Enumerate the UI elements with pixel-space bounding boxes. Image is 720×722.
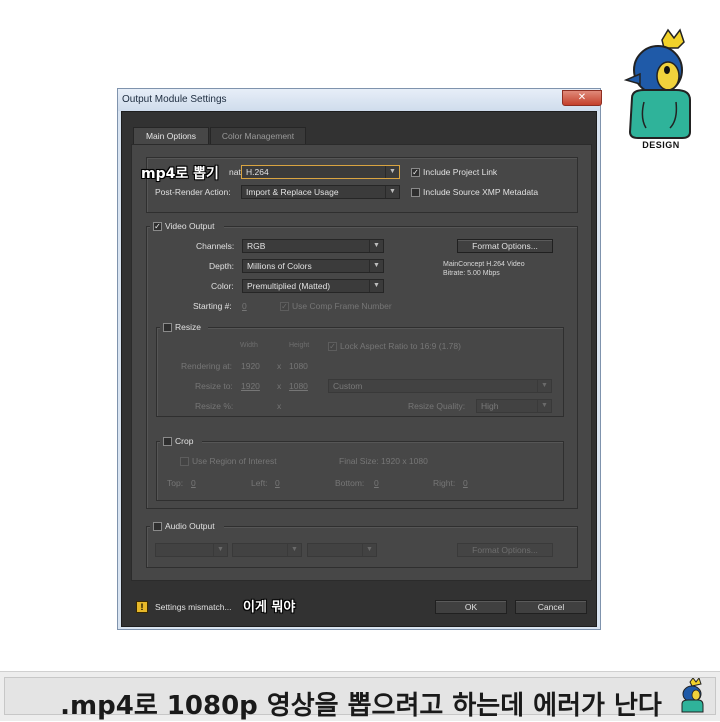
crop-top-value[interactable]: 0 <box>191 478 196 488</box>
crop-bottom-label: Bottom: <box>335 478 365 488</box>
color-value: Premultiplied (Matted) <box>247 281 331 291</box>
audio-output-label: Audio Output <box>165 521 215 531</box>
video-format-options-button[interactable]: Format Options... <box>457 239 553 253</box>
channels-label: Channels: <box>196 241 235 251</box>
post-render-dropdown[interactable]: Import & Replace Usage ▼ <box>241 185 400 199</box>
resize-to-times: x <box>277 381 282 391</box>
chevron-down-icon: ▼ <box>362 544 376 556</box>
main-options-pane: nat: H.264 ▼ ✓ Include Project Link Post… <box>131 144 592 581</box>
audio-channels-dropdown[interactable]: ▼ <box>307 543 377 557</box>
crop-bottom-value[interactable]: 0 <box>374 478 379 488</box>
rendering-width: 1920 <box>241 361 260 371</box>
lock-aspect-checkbox[interactable]: ✓ <box>328 342 337 351</box>
starting-number-label: Starting #: <box>193 301 232 311</box>
video-output-checkbox[interactable]: ✓ <box>153 222 162 231</box>
chevron-down-icon: ▼ <box>385 166 399 178</box>
lock-aspect-label: Lock Aspect Ratio to 16:9 (1.78) <box>340 341 461 351</box>
include-xmp-checkbox[interactable] <box>411 188 420 197</box>
audio-rate-dropdown[interactable]: ▼ <box>232 543 302 557</box>
caption-bar: .mp4로 1080p 영상을 뽑으려고 하는데 에러가 난다 <box>0 671 720 721</box>
channels-dropdown[interactable]: RGB ▼ <box>242 239 384 253</box>
cancel-button[interactable]: Cancel <box>515 600 587 614</box>
use-comp-frame-label: Use Comp Frame Number <box>292 301 392 311</box>
final-size: Final Size: 1920 x 1080 <box>339 456 428 466</box>
mascot-small-icon <box>681 678 704 713</box>
tab-main-options[interactable]: Main Options <box>133 127 209 144</box>
format-value: H.264 <box>246 167 269 177</box>
rendering-height: 1080 <box>289 361 308 371</box>
caption-text: .mp4로 1080p 영상을 뽑으려고 하는데 에러가 난다 <box>60 691 662 721</box>
tab-color-management[interactable]: Color Management <box>210 127 306 144</box>
post-render-value: Import & Replace Usage <box>246 187 339 197</box>
include-project-link-label: Include Project Link <box>423 167 498 177</box>
color-label: Color: <box>211 281 234 291</box>
crop-label: Crop <box>175 436 194 446</box>
include-project-link-checkbox[interactable]: ✓ <box>411 168 420 177</box>
dialog-client-area: Main Options Color Management nat: H.264… <box>121 111 597 627</box>
bitrate-info: Bitrate: 5.00 Mbps <box>443 270 500 277</box>
chevron-down-icon: ▼ <box>287 544 301 556</box>
crop-checkbox[interactable] <box>163 437 172 446</box>
window-title: Output Module Settings <box>122 94 227 105</box>
chevron-down-icon: ▼ <box>213 544 227 556</box>
crop-group <box>156 441 564 501</box>
resize-preset-value: Custom <box>333 381 363 391</box>
crop-right-label: Right: <box>433 478 456 488</box>
title-bar: Output Module Settings ✕ <box>118 89 602 111</box>
crop-top-label: Top: <box>167 478 184 488</box>
audio-format-options-button[interactable]: Format Options... <box>457 543 553 557</box>
resize-pct-times: x <box>277 401 282 411</box>
crop-left-label: Left: <box>251 478 268 488</box>
rendering-at-label: Rendering at: <box>181 361 233 371</box>
resize-to-width[interactable]: 1920 <box>241 381 260 391</box>
starting-number-value[interactable]: 0 <box>242 301 247 311</box>
settings-mismatch-text[interactable]: Settings mismatch... <box>155 602 232 612</box>
width-header: Width <box>240 342 258 349</box>
close-button[interactable]: ✕ <box>562 90 602 106</box>
format-dropdown[interactable]: H.264 ▼ <box>241 165 400 179</box>
close-icon: ✕ <box>577 92 587 103</box>
audio-format-dropdown[interactable]: ▼ <box>155 543 228 557</box>
chevron-down-icon: ▼ <box>537 380 551 392</box>
channels-value: RGB <box>247 241 266 251</box>
resize-quality-dropdown[interactable]: High ▼ <box>476 399 552 413</box>
caption-panel: .mp4로 1080p 영상을 뽑으려고 하는데 에러가 난다 <box>4 677 716 721</box>
crop-right-value[interactable]: 0 <box>463 478 468 488</box>
warning-icon: ! <box>136 601 148 613</box>
mascot-badge-text: DESIGN <box>642 140 680 150</box>
audio-output-checkbox[interactable] <box>153 522 162 531</box>
height-header: Height <box>289 342 310 349</box>
resize-label: Resize <box>175 322 201 332</box>
chevron-down-icon: ▼ <box>537 400 551 412</box>
use-comp-frame-checkbox[interactable]: ✓ <box>280 302 289 311</box>
resize-preset-dropdown[interactable]: Custom ▼ <box>328 379 552 393</box>
warning-callout: 이게 뭐야 <box>243 600 296 615</box>
chevron-down-icon: ▼ <box>369 240 383 252</box>
resize-pct-label: Resize %: <box>195 401 234 411</box>
depth-value: Millions of Colors <box>247 261 312 271</box>
resize-quality-label: Resize Quality: <box>408 401 466 411</box>
chevron-down-icon: ▼ <box>369 280 383 292</box>
include-xmp-label: Include Source XMP Metadata <box>423 187 539 197</box>
use-roi-checkbox[interactable] <box>180 457 189 466</box>
mascot-logo: DESIGN <box>618 28 704 154</box>
format-callout: mp4로 뽑기 <box>141 166 219 182</box>
resize-quality-value: High <box>481 401 499 411</box>
crop-left-value[interactable]: 0 <box>275 478 280 488</box>
color-dropdown[interactable]: Premultiplied (Matted) ▼ <box>242 279 384 293</box>
depth-label: Depth: <box>209 261 235 271</box>
chevron-down-icon: ▼ <box>385 186 399 198</box>
post-render-label: Post-Render Action: <box>155 187 231 197</box>
codec-info: MainConcept H.264 Video <box>443 261 525 268</box>
video-output-label: Video Output <box>165 221 215 231</box>
mascot-illustration <box>623 28 691 139</box>
use-roi-label: Use Region of Interest <box>192 456 277 466</box>
resize-to-label: Resize to: <box>195 381 233 391</box>
depth-dropdown[interactable]: Millions of Colors ▼ <box>242 259 384 273</box>
resize-checkbox[interactable] <box>163 323 172 332</box>
resize-to-height[interactable]: 1080 <box>289 381 308 391</box>
ok-button[interactable]: OK <box>435 600 507 614</box>
chevron-down-icon: ▼ <box>369 260 383 272</box>
rendering-times: x <box>277 361 282 371</box>
